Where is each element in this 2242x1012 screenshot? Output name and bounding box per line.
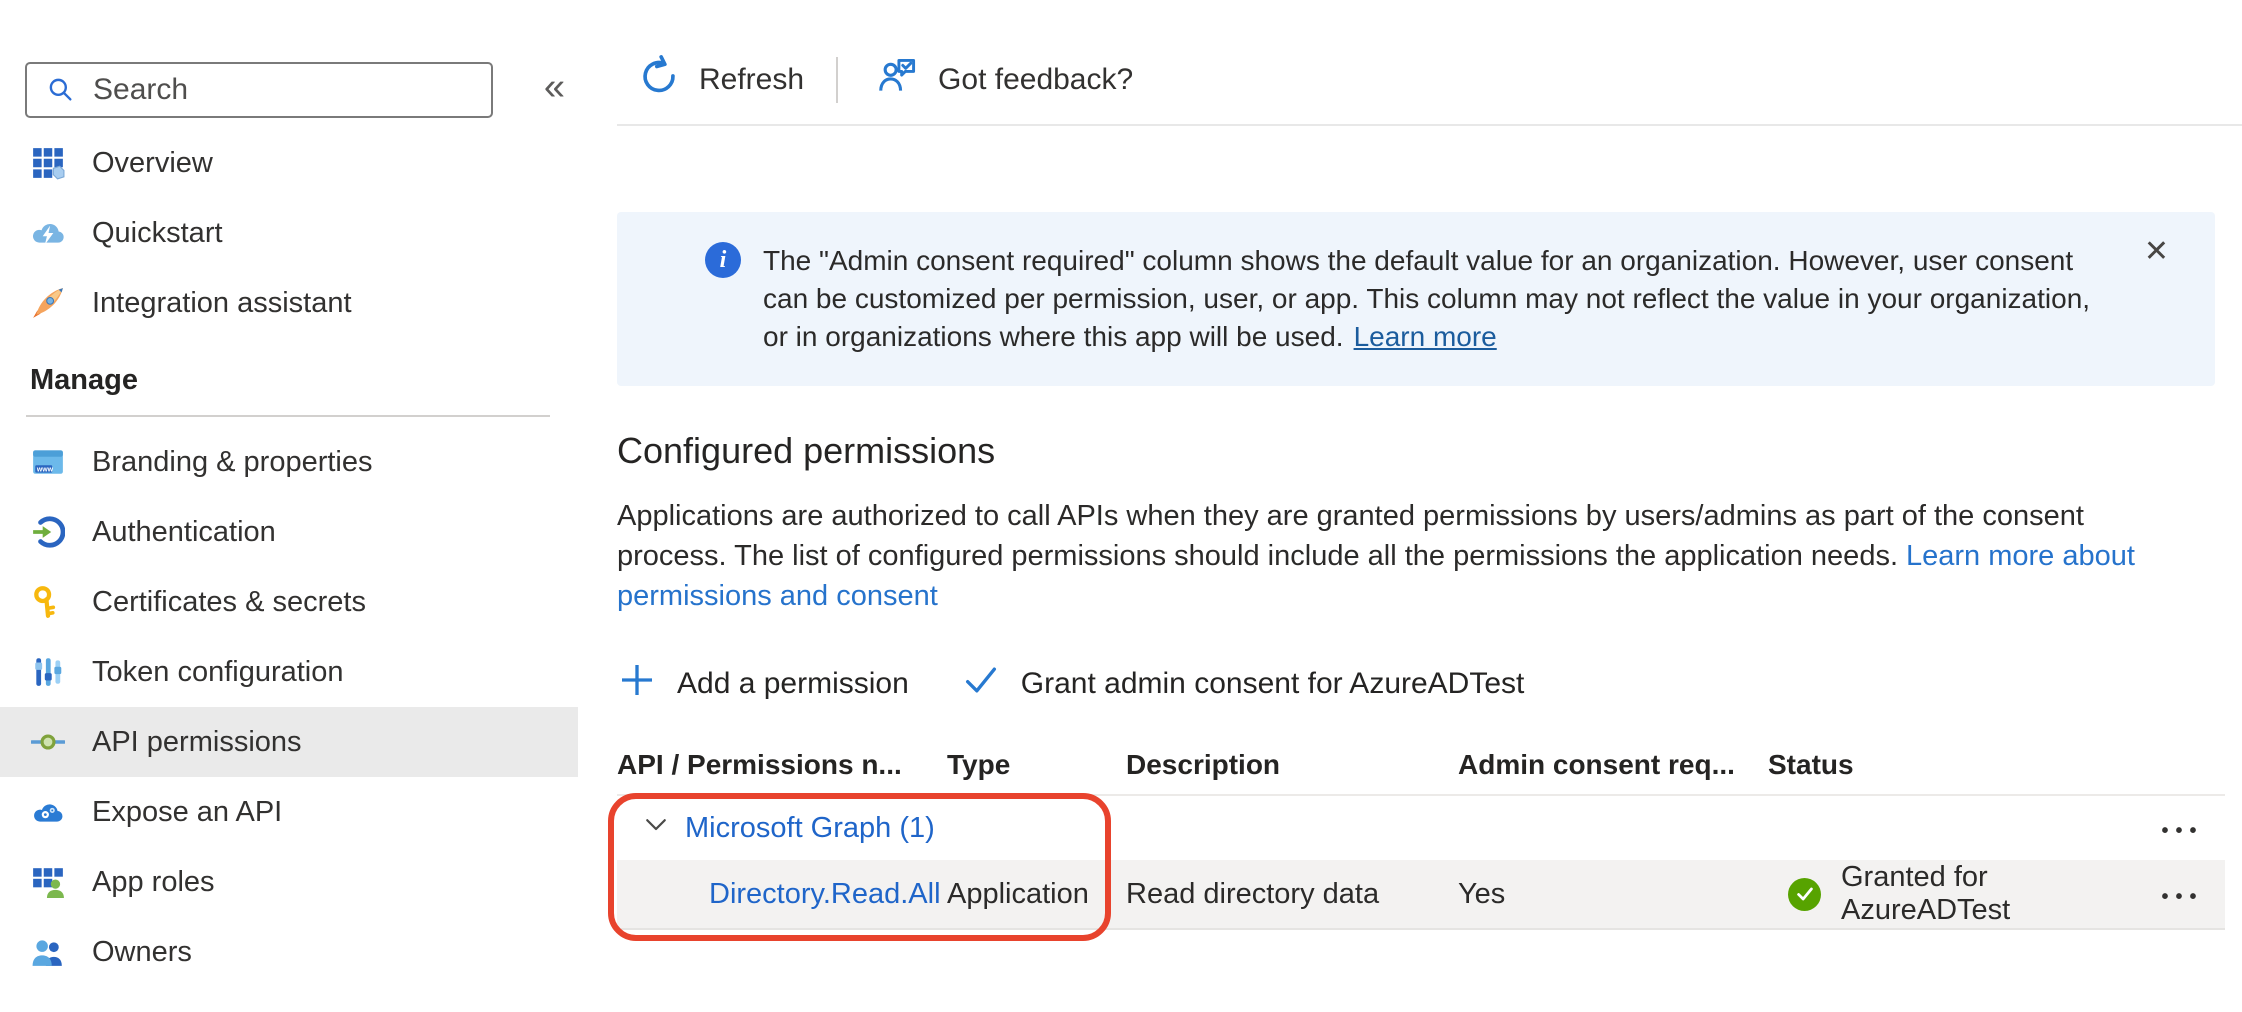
refresh-label: Refresh: [699, 63, 804, 97]
search-box[interactable]: [25, 62, 493, 118]
app-roles-icon: [30, 864, 66, 900]
authentication-icon: [30, 514, 66, 550]
permission-admin-consent-cell: Yes: [1458, 878, 1768, 911]
chevron-down-icon[interactable]: [641, 809, 671, 847]
permission-type-cell: Application: [947, 878, 1126, 911]
sidebar-nav: Overview Quickstart Integ: [0, 128, 578, 987]
sidebar-item-branding[interactable]: www Branding & properties: [0, 427, 578, 497]
column-header-status: Status: [1768, 749, 2140, 781]
main-content: Refresh Got feedback? i The "Admin conse…: [617, 0, 2242, 1012]
table-actions: Add a permission Grant admin consent for…: [617, 660, 2242, 708]
rocket-icon: [30, 285, 66, 321]
group-name-cell: Microsoft Graph (1): [617, 809, 2140, 847]
table-row-group-microsoft-graph: Microsoft Graph (1) •••: [617, 796, 2225, 860]
plus-icon: [617, 660, 657, 708]
ellipsis-menu-icon[interactable]: •••: [2161, 820, 2203, 843]
overview-icon: [30, 145, 66, 181]
sidebar-item-overview[interactable]: Overview: [0, 128, 578, 198]
sidebar-item-api-permissions[interactable]: API permissions: [0, 707, 578, 777]
sidebar-item-token-configuration[interactable]: Token configuration: [0, 637, 578, 707]
column-header-admin-consent-required: Admin consent req...: [1458, 749, 1768, 781]
granted-check-icon: [1788, 878, 1821, 911]
section-description: Applications are authorized to call APIs…: [617, 496, 2177, 616]
sliders-icon: [30, 654, 66, 690]
sidebar-item-label: Authentication: [92, 516, 276, 549]
command-bar: Refresh Got feedback?: [617, 0, 2242, 126]
learn-more-link[interactable]: Learn more: [1354, 321, 1497, 352]
sidebar-item-label: Overview: [92, 147, 213, 180]
add-permission-label: Add a permission: [677, 667, 909, 701]
permission-status-cell: Granted for AzureADTest: [1768, 861, 2140, 927]
status-text: Granted for AzureADTest: [1841, 861, 2140, 927]
sidebar-search-row: «: [25, 62, 565, 118]
sidebar-item-owners[interactable]: Owners: [0, 917, 578, 987]
sidebar-item-app-roles[interactable]: App roles: [0, 847, 578, 917]
column-header-type: Type: [947, 749, 1126, 781]
directory-read-all-link[interactable]: Directory.Read.All: [709, 878, 941, 910]
sidebar-item-label: Quickstart: [92, 217, 223, 250]
permission-name-cell: Directory.Read.All: [617, 878, 947, 911]
sidebar-item-label: App roles: [92, 866, 215, 899]
sidebar-item-label: API permissions: [92, 726, 302, 759]
sidebar-item-authentication[interactable]: Authentication: [0, 497, 578, 567]
permission-row-menu-cell: •••: [2140, 878, 2225, 911]
sidebar-item-label: Integration assistant: [92, 287, 352, 320]
grant-admin-consent-label: Grant admin consent for AzureADTest: [1021, 667, 1525, 701]
add-permission-button[interactable]: Add a permission: [617, 660, 909, 708]
got-feedback-button[interactable]: Got feedback?: [856, 54, 1147, 106]
branding-icon: www: [30, 444, 66, 480]
sidebar-item-label: Owners: [92, 936, 192, 969]
feedback-icon: [876, 54, 920, 106]
column-header-description: Description: [1126, 749, 1458, 781]
toolbar-divider: [836, 57, 838, 103]
info-icon: i: [705, 242, 741, 278]
search-icon: [43, 72, 79, 108]
table-header-row: API / Permissions n... Type Description …: [617, 736, 2225, 796]
group-row-menu-cell: •••: [2140, 812, 2225, 845]
microsoft-graph-link[interactable]: Microsoft Graph (1): [685, 812, 935, 845]
sidebar-item-label: Expose an API: [92, 796, 282, 829]
sidebar-item-label: Branding & properties: [92, 446, 373, 479]
close-icon[interactable]: ✕: [2144, 234, 2169, 269]
section-heading: Configured permissions: [617, 430, 2242, 472]
cloud-gears-icon: [30, 794, 66, 830]
key-icon: [30, 584, 66, 620]
collapse-sidebar-button[interactable]: «: [544, 66, 565, 109]
sidebar: « Overview: [0, 0, 578, 1012]
sidebar-item-integration-assistant[interactable]: Integration assistant: [0, 268, 578, 338]
table-row-directory-read-all: Directory.Read.All Application Read dire…: [617, 860, 2225, 930]
search-input[interactable]: [93, 73, 491, 107]
column-header-api-permissions-name: API / Permissions n...: [617, 749, 947, 781]
sidebar-item-expose-an-api[interactable]: Expose an API: [0, 777, 578, 847]
refresh-icon: [637, 54, 681, 106]
check-icon: [961, 660, 1001, 708]
sidebar-item-label: Certificates & secrets: [92, 586, 366, 619]
api-permissions-icon: [30, 724, 66, 760]
banner-text: The "Admin consent required" column show…: [763, 242, 2095, 356]
permissions-table: API / Permissions n... Type Description …: [617, 736, 2225, 930]
svg-text:www: www: [36, 467, 54, 474]
grant-admin-consent-button[interactable]: Grant admin consent for AzureADTest: [961, 660, 1525, 708]
sidebar-item-label: Token configuration: [92, 656, 344, 689]
sidebar-section-manage: Manage: [0, 338, 578, 407]
feedback-label: Got feedback?: [938, 63, 1133, 97]
ellipsis-menu-icon[interactable]: •••: [2161, 886, 2203, 909]
sidebar-item-certificates-secrets[interactable]: Certificates & secrets: [0, 567, 578, 637]
quickstart-icon: [30, 215, 66, 251]
info-banner: i The "Admin consent required" column sh…: [617, 212, 2215, 386]
sidebar-divider: [26, 415, 550, 417]
refresh-button[interactable]: Refresh: [617, 54, 818, 106]
sidebar-item-quickstart[interactable]: Quickstart: [0, 198, 578, 268]
owners-icon: [30, 934, 66, 970]
description-text: Applications are authorized to call APIs…: [617, 500, 2084, 572]
permission-description-cell: Read directory data: [1126, 878, 1458, 911]
